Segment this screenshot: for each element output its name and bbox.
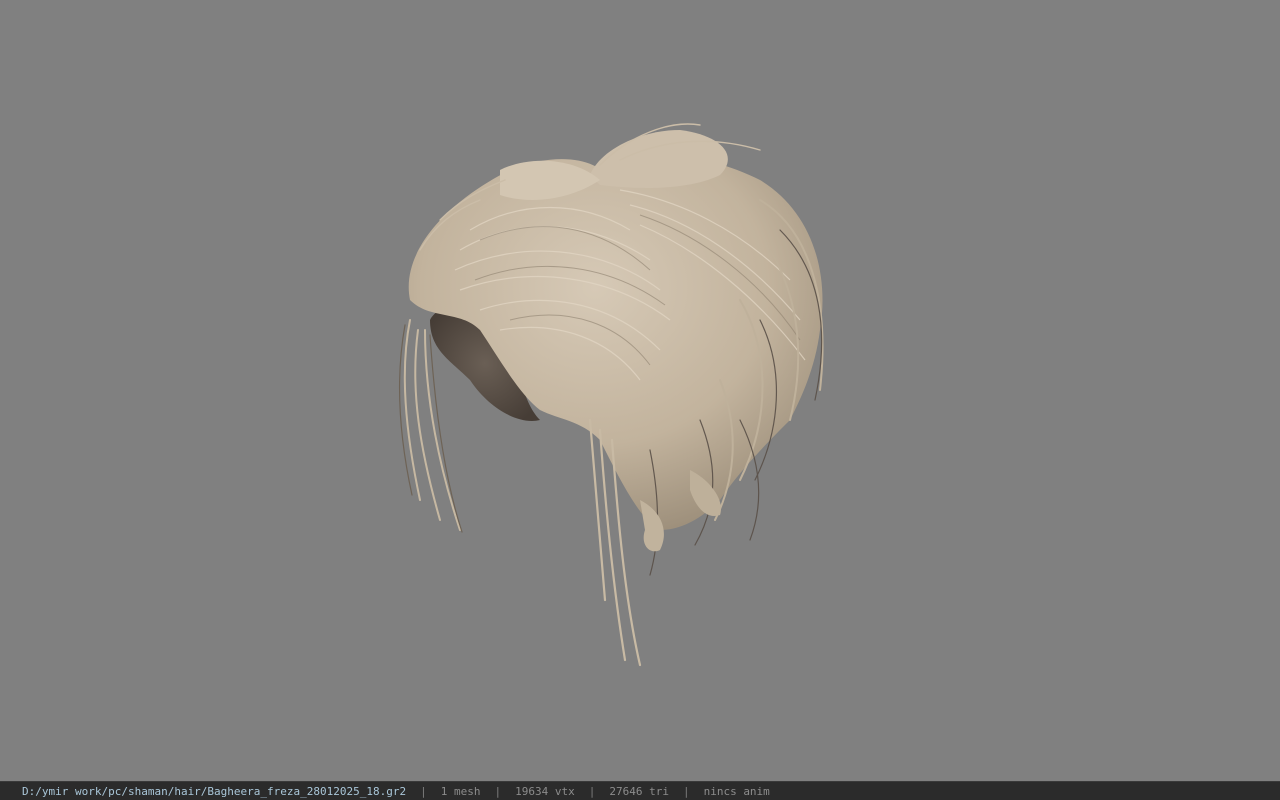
animation-status-label: nincs anim — [703, 784, 770, 798]
vertex-count-label: 19634 vtx — [515, 784, 575, 798]
status-bar: D:/ymir work/pc/shaman/hair/Bagheera_fre… — [0, 781, 1280, 800]
status-separator: | — [682, 784, 690, 798]
status-separator: | — [588, 784, 596, 798]
triangle-count-label: 27646 tri — [609, 784, 669, 798]
hair-model-render — [399, 123, 824, 667]
status-separator: | — [494, 784, 502, 798]
file-path-label: D:/ymir work/pc/shaman/hair/Bagheera_fre… — [22, 784, 407, 798]
3d-viewport[interactable] — [0, 0, 1280, 781]
model-viewer-window: D:/ymir work/pc/shaman/hair/Bagheera_fre… — [0, 0, 1280, 800]
status-separator: | — [420, 784, 427, 798]
mesh-count-label: 1 mesh — [440, 784, 481, 798]
